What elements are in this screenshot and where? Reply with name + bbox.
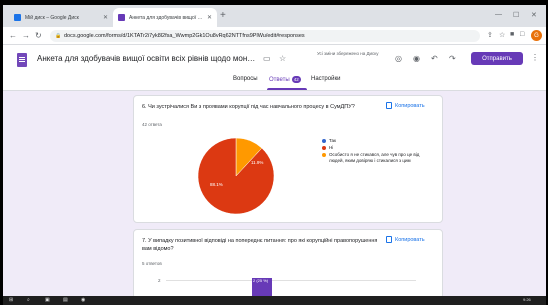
pie-label-no: 88.1%	[210, 182, 223, 187]
legend-item: Так	[322, 138, 432, 144]
bookmark-star-icon[interactable]: ☆	[499, 31, 505, 39]
tab-responses-label: Ответы	[269, 77, 290, 84]
forward-icon[interactable]: →	[22, 31, 30, 40]
forms-logo-icon[interactable]	[17, 53, 27, 67]
send-button[interactable]: Отправить	[471, 52, 523, 65]
address-bar[interactable]: 🔒 docs.google.com/forms/d/1KTATr2i7yk8l2…	[50, 30, 480, 42]
browser-tab-form[interactable]: Анкета для здобувачів вищої о... ✕	[113, 8, 217, 27]
form-tabs: Вопросы Ответы 42 Настройки	[3, 73, 546, 91]
browser-tab-strip: Мій диск – Google Диск ✕ Анкета для здоб…	[3, 5, 546, 27]
responses-count-badge: 42	[291, 76, 301, 83]
undo-icon[interactable]: ↶	[431, 54, 438, 63]
drive-icon	[14, 14, 21, 21]
close-icon[interactable]: ✕	[103, 14, 108, 21]
browser-tab-drive[interactable]: Мій диск – Google Диск ✕	[9, 8, 113, 27]
more-vert-icon[interactable]: ⋮	[531, 53, 539, 62]
question-title: 6. Чи зустрічалися Ви з проявами корупці…	[142, 104, 355, 110]
legend-swatch	[322, 146, 326, 150]
y-tick-label: 2	[158, 278, 161, 283]
profile-avatar[interactable]: G	[531, 30, 542, 41]
form-title[interactable]: Анкета для здобувачів вищої освіти всіх …	[37, 54, 257, 63]
response-count: 42 ответа	[142, 122, 162, 127]
copy-label: Копировать	[395, 102, 425, 109]
star-icon[interactable]: ☆	[279, 54, 286, 63]
pie-chart: 88.1% 11.9%	[197, 137, 275, 215]
palette-icon[interactable]: ◎	[395, 54, 402, 63]
chrome-icon[interactable]: ◉	[81, 297, 85, 303]
task-view-icon[interactable]: ▣	[45, 297, 50, 303]
legend-swatch	[322, 153, 326, 157]
sidebar-icon[interactable]: □	[520, 31, 524, 38]
url-text: docs.google.com/forms/d/1KTATr2i7yk8l2fs…	[64, 33, 305, 39]
maximize-icon[interactable]: ☐	[513, 11, 519, 19]
pie-slice	[197, 137, 275, 215]
legend-swatch	[322, 139, 326, 143]
lock-icon: 🔒	[55, 33, 62, 39]
response-count: 5 ответов	[142, 261, 162, 266]
explorer-icon[interactable]: ▤	[63, 297, 68, 303]
preview-eye-icon[interactable]: ◉	[413, 54, 420, 63]
screen: Мій диск – Google Диск ✕ Анкета для здоб…	[3, 5, 546, 305]
active-tab-indicator	[267, 88, 307, 90]
search-icon[interactable]: ⌕	[27, 297, 30, 303]
tab-settings[interactable]: Настройки	[311, 76, 340, 82]
windows-start-icon[interactable]: ⊞	[9, 297, 13, 303]
taskbar-clock: 9:26	[523, 297, 531, 302]
legend-item: Ні	[322, 145, 432, 151]
forms-header: Анкета для здобувачів вищої освіти всіх …	[3, 45, 546, 91]
pie-legend: Так Ні Особисто я не стикався, але чув п…	[322, 138, 432, 165]
folder-icon[interactable]: ▭	[263, 54, 271, 63]
close-window-icon[interactable]: ✕	[531, 11, 537, 19]
legend-label: Ні	[329, 145, 334, 150]
bar-data-label: 2 (25 %)	[253, 278, 269, 283]
copy-icon	[386, 102, 392, 109]
back-icon[interactable]: ←	[9, 31, 17, 40]
question-card-7: 7. У випадку позитивної відповіді на поп…	[133, 229, 443, 300]
legend-item: Особисто я не стикався, але чув про це в…	[322, 152, 432, 164]
tab-title: Мій диск – Google Диск	[25, 14, 79, 21]
tab-title: Анкета для здобувачів вищої о...	[129, 14, 203, 21]
pie-label-other: 11.9%	[251, 160, 263, 165]
share-icon[interactable]: ⇪	[487, 31, 493, 39]
copy-label: Копировать	[395, 236, 425, 243]
tab-questions[interactable]: Вопросы	[233, 76, 258, 82]
extensions-icon[interactable]: ■	[510, 31, 514, 38]
reload-icon[interactable]: ↻	[35, 31, 42, 40]
redo-icon[interactable]: ↷	[449, 54, 456, 63]
legend-label: Так	[329, 138, 337, 143]
save-status: Усі зміни збережено на Диску	[317, 51, 379, 56]
copy-chart-button[interactable]: Копировать	[386, 236, 425, 243]
forms-icon	[118, 14, 125, 21]
minimize-icon[interactable]: —	[495, 11, 502, 18]
close-icon[interactable]: ✕	[207, 14, 212, 21]
question-card-6: 6. Чи зустрічалися Ви з проявами корупці…	[133, 95, 443, 223]
tab-responses[interactable]: Ответы 42	[269, 76, 301, 83]
legend-label: Особисто я не стикався, але чув про це в…	[329, 152, 420, 163]
copy-chart-button[interactable]: Копировать	[386, 102, 425, 109]
new-tab-button[interactable]: +	[220, 10, 226, 21]
question-title: 7. У випадку позитивної відповіді на поп…	[142, 238, 378, 252]
copy-icon	[386, 236, 392, 243]
taskbar: ⊞ ⌕ ▣ ▤ ◉ 9:26	[3, 296, 546, 305]
browser-toolbar: ← → ↻ 🔒 docs.google.com/forms/d/1KTATr2i…	[3, 27, 546, 45]
gridline	[166, 280, 416, 281]
